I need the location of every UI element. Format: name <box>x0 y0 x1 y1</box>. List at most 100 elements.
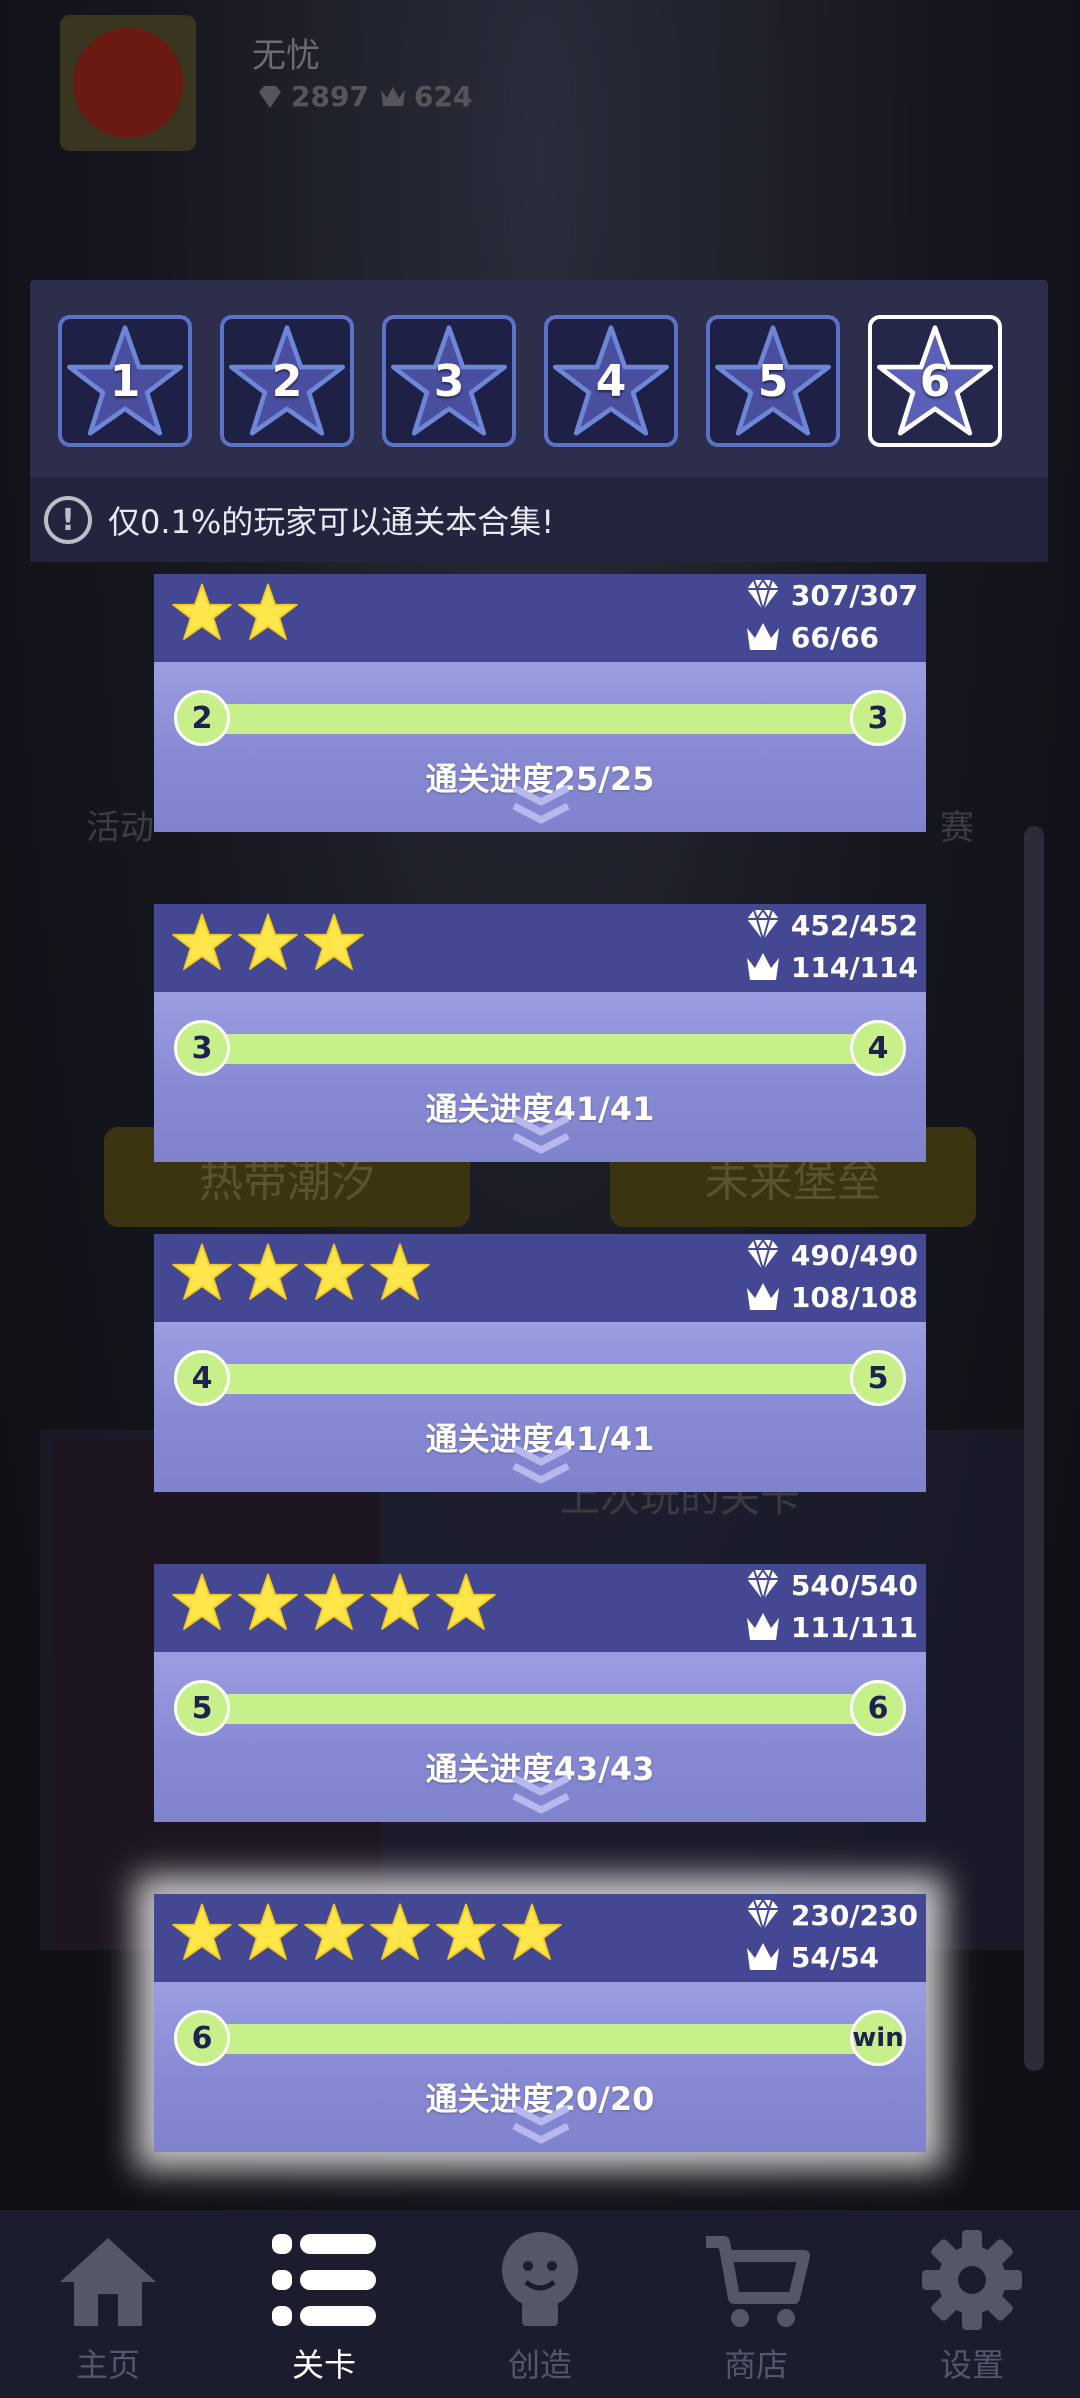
level-tab-3[interactable]: 3 <box>382 315 516 447</box>
progress-start-node: 4 <box>174 1350 230 1406</box>
chevron-down-icon[interactable] <box>510 1774 572 1818</box>
crown-progress: 114/114 <box>790 950 918 984</box>
avatar-ball <box>73 28 183 138</box>
gem-count: 2897 <box>255 80 369 113</box>
progress-track: 23 <box>174 690 906 746</box>
crown-stat: 54/54 <box>743 1936 918 1978</box>
card-stats: 307/307 66/66 <box>743 574 918 658</box>
level-card[interactable]: 540/540 111/111 5 6 通关进度43/43 <box>154 1564 926 1822</box>
card-body: 4 5 通关进度41/41 <box>154 1322 926 1492</box>
cart-icon <box>706 2236 810 2327</box>
level-tab-number: 3 <box>433 355 465 407</box>
nav-create[interactable]: 创造 <box>432 2210 648 2398</box>
gem-progress: 230/230 <box>790 1898 918 1932</box>
progress-end-node: 3 <box>850 690 906 746</box>
level-card[interactable]: 307/307 66/66 2 3 通关进度25/25 <box>154 574 926 832</box>
gem-progress: 307/307 <box>790 578 918 612</box>
card-header: 230/230 54/54 <box>154 1894 926 1982</box>
level-tab-2[interactable]: 2 <box>220 315 354 447</box>
crown-icon <box>746 1613 779 1640</box>
chevron-down-icon[interactable] <box>510 1114 572 1158</box>
difficulty-stars <box>172 1242 430 1302</box>
info-icon: ! <box>44 496 92 544</box>
star-icon <box>304 913 364 970</box>
diamond-icon <box>746 908 779 943</box>
crown-icon <box>746 1943 779 1970</box>
level-tabs: 1 2 3 4 5 6 <box>58 315 1002 447</box>
level-tab-number: 5 <box>757 355 789 407</box>
difficulty-stars <box>172 1902 562 1962</box>
crown-progress: 66/66 <box>790 620 880 654</box>
progress-end-node: 5 <box>850 1350 906 1406</box>
progress-bar <box>202 1364 882 1394</box>
progress-track: 45 <box>174 1350 906 1406</box>
progress-start-node: 6 <box>174 2010 230 2066</box>
gem-value: 2897 <box>291 80 369 113</box>
nav-shop-label: 商店 <box>723 2346 788 2384</box>
progress-end-node: 6 <box>850 1680 906 1736</box>
gem-stat: 230/230 <box>743 1894 918 1936</box>
gem-stat: 490/490 <box>743 1234 918 1276</box>
difficulty-stars <box>172 912 364 972</box>
level-tab-number: 4 <box>595 355 627 407</box>
diamond-icon <box>746 1898 779 1933</box>
diamond-icon <box>746 578 779 613</box>
level-tab-number: 1 <box>109 355 141 407</box>
card-stats: 540/540 111/111 <box>743 1564 918 1648</box>
crown-value: 624 <box>414 80 473 113</box>
progress-bar <box>202 1034 882 1064</box>
bg-contest-label: 赛 <box>940 808 974 848</box>
level-tab-5[interactable]: 5 <box>706 315 840 447</box>
crown-progress: 108/108 <box>790 1280 918 1314</box>
chevron-down-icon[interactable] <box>510 784 572 828</box>
bottom-nav: 主页 关卡 创造 商店 设置 <box>0 2210 1080 2398</box>
level-card[interactable]: 230/230 54/54 6 win 通关进度20/20 <box>154 1894 926 2152</box>
star-icon <box>304 1243 364 1300</box>
bg-activity-label: 活动 <box>86 808 154 848</box>
home-icon <box>60 2238 156 2326</box>
card-stats: 230/230 54/54 <box>743 1894 918 1978</box>
chevron-down-icon[interactable] <box>510 1444 572 1488</box>
star-icon <box>238 1903 298 1960</box>
level-tab-1[interactable]: 1 <box>58 315 192 447</box>
card-body: 6 win 通关进度20/20 <box>154 1982 926 2152</box>
username: 无忧 <box>252 36 320 76</box>
level-selector-panel: 1 2 3 4 5 6 ! 仅0.1%的玩家可以通关本合集! <box>30 280 1048 562</box>
nav-levels[interactable]: 关卡 <box>216 2210 432 2398</box>
gem-progress: 452/452 <box>790 908 918 942</box>
nav-shop[interactable]: 商店 <box>648 2210 864 2398</box>
notice-text: 仅0.1%的玩家可以通关本合集! <box>108 503 555 541</box>
crown-icon <box>746 1283 779 1310</box>
gem-stat: 452/452 <box>743 904 918 946</box>
level-card[interactable]: 452/452 114/114 3 4 通关进度41/41 <box>154 904 926 1162</box>
progress-bar <box>202 2024 882 2054</box>
gem-progress: 490/490 <box>790 1238 918 1272</box>
crown-stat: 108/108 <box>743 1276 918 1318</box>
nav-create-label: 创造 <box>507 2346 572 2384</box>
level-tab-4[interactable]: 4 <box>544 315 678 447</box>
star-icon <box>238 583 298 640</box>
chevron-down-icon[interactable] <box>510 2104 572 2148</box>
notice-bar: ! 仅0.1%的玩家可以通关本合集! <box>30 478 1048 562</box>
card-stats: 490/490 108/108 <box>743 1234 918 1318</box>
card-header: 490/490 108/108 <box>154 1234 926 1322</box>
list-icon <box>272 2234 376 2326</box>
crown-progress: 54/54 <box>790 1940 880 1974</box>
card-header: 540/540 111/111 <box>154 1564 926 1652</box>
gem-stat: 307/307 <box>743 574 918 616</box>
level-card[interactable]: 490/490 108/108 4 5 通关进度41/41 <box>154 1234 926 1492</box>
star-icon <box>172 1903 232 1960</box>
star-icon <box>304 1903 364 1960</box>
level-tab-number: 2 <box>271 355 303 407</box>
star-icon <box>370 1243 430 1300</box>
star-icon <box>436 1573 496 1630</box>
level-tab-6[interactable]: 6 <box>868 315 1002 447</box>
avatar <box>60 15 196 151</box>
star-icon <box>304 1573 364 1630</box>
scrollbar[interactable] <box>1024 826 1044 2071</box>
card-stats: 452/452 114/114 <box>743 904 918 988</box>
card-body: 3 4 通关进度41/41 <box>154 992 926 1162</box>
nav-settings[interactable]: 设置 <box>864 2210 1080 2398</box>
nav-home[interactable]: 主页 <box>0 2210 216 2398</box>
progress-track: 56 <box>174 1680 906 1736</box>
